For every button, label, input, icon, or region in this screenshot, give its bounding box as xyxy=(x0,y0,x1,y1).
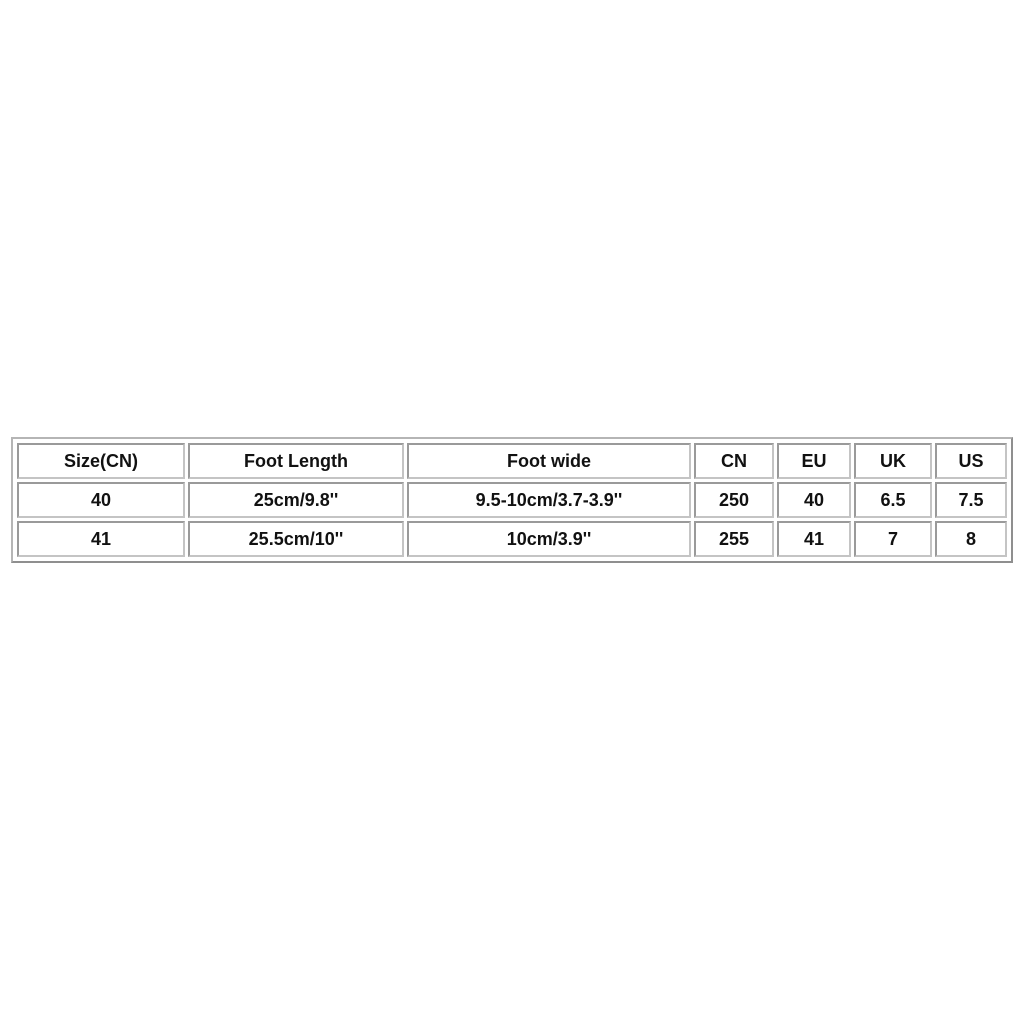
cell-foot-wide: 9.5-10cm/3.7-3.9'' xyxy=(407,482,691,518)
cell-eu: 41 xyxy=(777,521,851,557)
header-foot-length: Foot Length xyxy=(188,443,404,479)
table-row: 41 25.5cm/10'' 10cm/3.9'' 255 41 7 8 xyxy=(17,521,1007,557)
cell-cn: 255 xyxy=(694,521,774,557)
cell-foot-length: 25.5cm/10'' xyxy=(188,521,404,557)
cell-eu: 40 xyxy=(777,482,851,518)
header-foot-wide: Foot wide xyxy=(407,443,691,479)
cell-foot-wide: 10cm/3.9'' xyxy=(407,521,691,557)
header-size-cn: Size(CN) xyxy=(17,443,185,479)
cell-foot-length: 25cm/9.8'' xyxy=(188,482,404,518)
cell-us: 7.5 xyxy=(935,482,1007,518)
cell-size-cn: 41 xyxy=(17,521,185,557)
cell-uk: 7 xyxy=(854,521,932,557)
header-eu: EU xyxy=(777,443,851,479)
size-chart-table: Size(CN) Foot Length Foot wide CN EU UK … xyxy=(11,437,1013,563)
header-uk: UK xyxy=(854,443,932,479)
table-row: 40 25cm/9.8'' 9.5-10cm/3.7-3.9'' 250 40 … xyxy=(17,482,1007,518)
table-header-row: Size(CN) Foot Length Foot wide CN EU UK … xyxy=(17,443,1007,479)
header-us: US xyxy=(935,443,1007,479)
header-cn: CN xyxy=(694,443,774,479)
cell-cn: 250 xyxy=(694,482,774,518)
cell-size-cn: 40 xyxy=(17,482,185,518)
cell-uk: 6.5 xyxy=(854,482,932,518)
cell-us: 8 xyxy=(935,521,1007,557)
